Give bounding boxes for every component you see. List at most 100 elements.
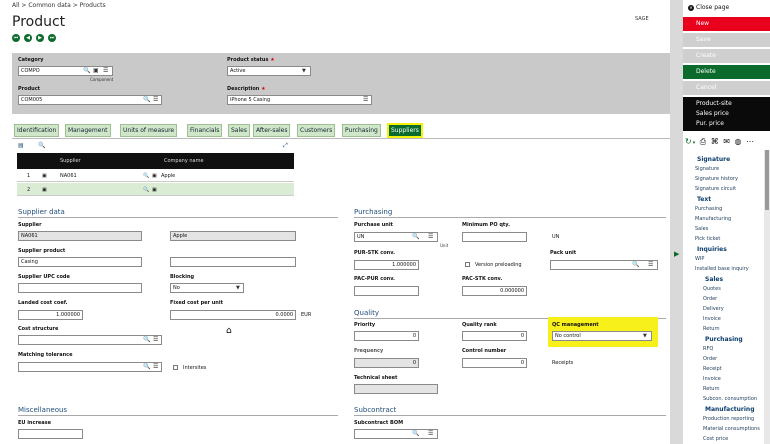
link-pur-price[interactable]: Pur. price bbox=[696, 120, 724, 127]
tree-link[interactable]: RFQ bbox=[703, 346, 713, 352]
tree-link[interactable]: Receipt bbox=[703, 366, 722, 372]
blocking-select[interactable]: No bbox=[170, 283, 244, 293]
tree-link[interactable]: Production reporting bbox=[703, 416, 754, 422]
subcontract-bom-field[interactable] bbox=[354, 429, 438, 439]
row-icon[interactable]: ▣ bbox=[42, 173, 47, 179]
matching-tolerance-field[interactable] bbox=[18, 362, 162, 372]
tree-link[interactable]: Delivery bbox=[703, 306, 724, 312]
lookup-icon[interactable]: ▣ bbox=[152, 187, 157, 193]
tree-link[interactable]: Return bbox=[703, 326, 720, 332]
tree-link[interactable]: Invoice bbox=[703, 376, 721, 382]
grid-settings-icon[interactable]: ▤ bbox=[18, 142, 24, 150]
fixed-cost-field[interactable]: 0.0000 bbox=[170, 310, 296, 320]
table-row[interactable]: 1 ▣ NA061 🔍 ▣ Apple bbox=[17, 169, 294, 182]
tree-link[interactable]: Signature bbox=[695, 166, 719, 172]
tree-link[interactable]: Signature circuit bbox=[695, 186, 736, 192]
search-icon[interactable]: 🔍 bbox=[143, 336, 150, 344]
pur-stk-field[interactable]: 1.000000 bbox=[354, 260, 419, 270]
search-icon[interactable]: 🔍 bbox=[143, 96, 150, 104]
tab-sales[interactable]: Sales bbox=[228, 124, 250, 137]
cancel-button[interactable]: Cancel bbox=[683, 81, 770, 95]
quality-rank-field[interactable]: 0 bbox=[462, 331, 527, 341]
chevron-down-icon[interactable]: ▼ bbox=[236, 284, 240, 292]
link-product-site[interactable]: Product-site bbox=[696, 100, 732, 107]
purchase-unit-field[interactable]: UN bbox=[354, 232, 438, 242]
pac-stk-field[interactable]: 0.000000 bbox=[462, 286, 527, 296]
search-icon[interactable]: 🔍 bbox=[412, 430, 419, 438]
breadcrumb-all[interactable]: All bbox=[12, 2, 19, 9]
tree-link[interactable]: Return bbox=[703, 386, 720, 392]
list-icon[interactable]: ☰ bbox=[153, 336, 158, 344]
tree-link[interactable]: Manufacturing bbox=[695, 216, 731, 222]
search-icon[interactable]: 🔍 bbox=[412, 233, 419, 241]
create-button[interactable]: Create bbox=[683, 49, 770, 63]
tree-link[interactable]: Cost price bbox=[703, 436, 728, 442]
tree-heading[interactable]: Manufacturing bbox=[705, 406, 755, 413]
tab-units[interactable]: Units of measure bbox=[120, 124, 178, 137]
supplier-product-desc-field[interactable] bbox=[170, 257, 296, 267]
dropdown-icon[interactable]: ▾ bbox=[693, 140, 697, 146]
tab-after-sales[interactable]: After-sales bbox=[253, 124, 291, 137]
chevron-down-icon[interactable]: ▼ bbox=[643, 332, 647, 340]
tree-link[interactable]: Order bbox=[703, 296, 717, 302]
version-preloading-checkbox[interactable] bbox=[465, 262, 470, 267]
tree-heading[interactable]: Purchasing bbox=[705, 336, 743, 343]
tab-identification[interactable]: Identification bbox=[14, 124, 60, 137]
status-select[interactable]: Active bbox=[227, 66, 311, 76]
frequency-field[interactable]: 0 bbox=[354, 358, 419, 368]
chevron-down-icon[interactable]: ▼ bbox=[302, 67, 306, 75]
intersites-checkbox[interactable] bbox=[173, 365, 178, 370]
upc-field[interactable] bbox=[18, 283, 142, 293]
category-field[interactable]: COMPO bbox=[18, 66, 113, 76]
company-field[interactable]: Apple bbox=[170, 231, 296, 241]
search-icon[interactable]: 🔍 bbox=[632, 261, 639, 269]
search-icon[interactable]: 🔍 bbox=[143, 187, 149, 193]
tab-management[interactable]: Management bbox=[65, 124, 111, 137]
description-field[interactable]: iPhone 5 Casing bbox=[227, 95, 372, 105]
tree-link[interactable]: Purchasing bbox=[695, 206, 722, 212]
search-icon[interactable]: 🔍 bbox=[143, 363, 150, 371]
cell-supplier[interactable]: NA061 bbox=[60, 173, 77, 179]
prev-record-button[interactable]: ◀ bbox=[24, 34, 32, 42]
list-icon[interactable]: ☰ bbox=[648, 261, 653, 269]
tree-link[interactable]: Installed base inquiry bbox=[695, 266, 749, 272]
list-icon[interactable]: ☰ bbox=[103, 67, 108, 75]
list-icon[interactable]: ☰ bbox=[153, 363, 158, 371]
technical-sheet-field[interactable] bbox=[354, 384, 438, 394]
tree-link[interactable]: Quotes bbox=[703, 286, 721, 292]
grid-col-supplier[interactable]: Supplier bbox=[60, 158, 81, 164]
sidebar-scroll-thumb[interactable] bbox=[765, 150, 769, 210]
table-row[interactable]: 2 ▣ 🔍 ▣ bbox=[17, 183, 294, 196]
comment-icon[interactable]: ✉ bbox=[723, 137, 731, 146]
globe-icon[interactable]: ◍ bbox=[735, 137, 743, 146]
more-icon[interactable]: ⋯ bbox=[746, 137, 755, 146]
tree-link[interactable]: Pick ticket bbox=[695, 236, 720, 242]
lookup-icon[interactable]: ▣ bbox=[93, 67, 99, 75]
list-icon[interactable]: ☰ bbox=[428, 430, 433, 438]
cost-structure-field[interactable] bbox=[18, 335, 162, 345]
search-icon[interactable]: 🔍 bbox=[143, 173, 149, 179]
tab-customers[interactable]: Customers bbox=[297, 124, 336, 137]
product-field[interactable]: COM005 bbox=[18, 95, 162, 105]
cell-company[interactable]: Apple bbox=[161, 173, 175, 179]
list-icon[interactable]: ☰ bbox=[363, 96, 368, 104]
close-page-button[interactable]: ✕ Close page bbox=[688, 4, 729, 11]
search-icon[interactable]: 🔍 bbox=[38, 142, 45, 150]
tree-link[interactable]: Subcon. consumption bbox=[703, 396, 757, 402]
print-icon[interactable]: ⎙ bbox=[700, 137, 707, 146]
tree-link[interactable]: Material consumptions bbox=[703, 426, 760, 432]
tree-link[interactable]: WIP bbox=[695, 256, 704, 262]
min-po-field[interactable] bbox=[462, 232, 527, 242]
tab-purchasing[interactable]: Purchasing bbox=[342, 124, 381, 137]
pac-pur-field[interactable] bbox=[354, 286, 419, 296]
lookup-icon[interactable]: ▣ bbox=[152, 173, 157, 179]
tree-heading[interactable]: Sales bbox=[705, 276, 723, 283]
next-record-button[interactable]: ▶ bbox=[36, 34, 44, 42]
delete-button[interactable]: Delete bbox=[683, 65, 770, 79]
new-button[interactable]: New bbox=[683, 17, 770, 31]
tab-suppliers[interactable]: Suppliers bbox=[387, 123, 423, 138]
save-button[interactable]: Save bbox=[683, 33, 770, 47]
search-icon[interactable]: 🔍 bbox=[83, 67, 90, 75]
link-sales-price[interactable]: Sales price bbox=[696, 110, 729, 117]
tree-heading[interactable]: Signature bbox=[697, 156, 730, 163]
